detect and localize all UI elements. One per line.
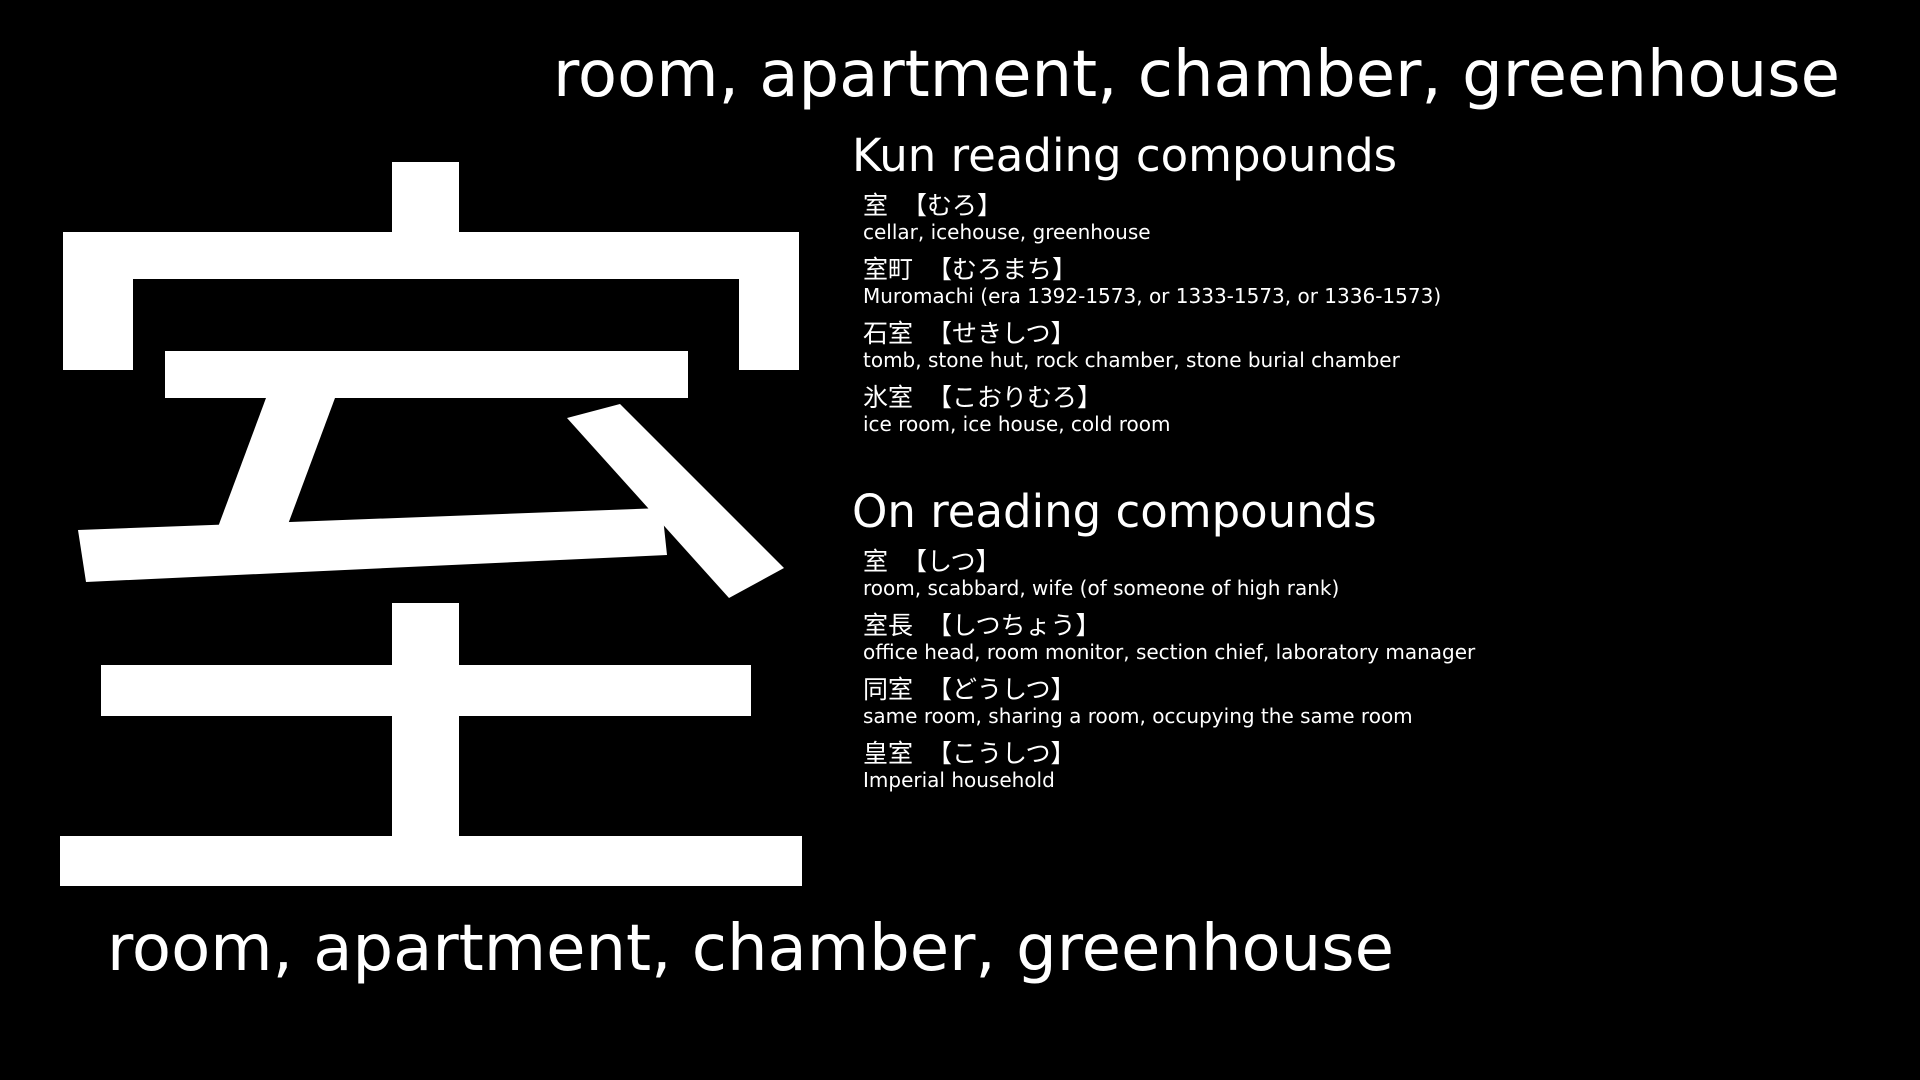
compound-word: 室: [863, 547, 889, 576]
compound-head: 氷室 【こおりむろ】: [863, 384, 1441, 412]
compound-gloss: office head, room monitor, section chief…: [863, 640, 1476, 664]
compound-reading: 【こおりむろ】: [927, 383, 1103, 412]
compound-head: 石室 【せきしつ】: [863, 320, 1441, 348]
compound-gloss: Imperial household: [863, 768, 1055, 792]
kanji-glyph: [0, 0, 850, 930]
compound-reading: 【しつちょう】: [927, 611, 1101, 640]
compound-head: 同室 【どうしつ】: [863, 676, 1475, 704]
compound-word: 室町: [863, 255, 914, 284]
compound-gloss: same room, sharing a room, occupying the…: [863, 704, 1413, 728]
compound-gloss: ice room, ice house, cold room: [863, 412, 1171, 436]
compound-reading: 【むろまち】: [927, 255, 1078, 284]
kun-section-title: Kun reading compounds: [852, 129, 1398, 182]
compound-gloss: Muromachi (era 1392-1573, or 1333-1573, …: [863, 284, 1442, 308]
kanji-shitsu-icon: [60, 162, 802, 886]
compound-word: 皇室: [863, 739, 914, 768]
kun-compound: 石室 【せきしつ】 tomb, stone hut, rock chamber, …: [863, 320, 1441, 373]
compound-reading: 【こうしつ】: [927, 739, 1076, 768]
compound-word: 室: [863, 191, 889, 220]
meaning-heading: room, apartment, chamber, greenhouse: [553, 38, 1840, 112]
on-compound: 同室 【どうしつ】 same room, sharing a room, occu…: [863, 676, 1475, 729]
compound-gloss: tomb, stone hut, rock chamber, stone bur…: [863, 348, 1400, 372]
compound-word: 室長: [863, 611, 914, 640]
on-reading-section: On reading compounds 室【しつ】 room, scabbar…: [852, 486, 1475, 804]
compound-word: 同室: [863, 675, 914, 704]
on-compound: 室【しつ】 room, scabbard, wife (of someone o…: [863, 548, 1475, 601]
kun-reading-section: Kun reading compounds 室【むろ】 cellar, iceh…: [852, 130, 1441, 448]
compound-reading: 【しつ】: [902, 547, 1001, 576]
on-section-title: On reading compounds: [852, 485, 1377, 538]
kun-compound: 室【むろ】 cellar, icehouse, greenhouse: [863, 192, 1441, 245]
compound-gloss: cellar, icehouse, greenhouse: [863, 220, 1151, 244]
compound-reading: 【せきしつ】: [927, 319, 1076, 348]
compound-reading: 【むろ】: [902, 191, 1003, 220]
compound-word: 石室: [863, 319, 914, 348]
compound-head: 室町 【むろまち】: [863, 256, 1441, 284]
compound-reading: 【どうしつ】: [927, 675, 1076, 704]
compound-head: 室【しつ】: [863, 548, 1475, 576]
kun-compound: 氷室 【こおりむろ】 ice room, ice house, cold room: [863, 384, 1441, 437]
compound-word: 氷室: [863, 383, 914, 412]
compound-head: 皇室 【こうしつ】: [863, 740, 1475, 768]
on-compound: 皇室 【こうしつ】 Imperial household: [863, 740, 1475, 793]
compound-gloss: room, scabbard, wife (of someone of high…: [863, 576, 1340, 600]
on-compound: 室長 【しつちょう】 office head, room monitor, sec…: [863, 612, 1476, 665]
compound-head: 室長 【しつちょう】: [863, 612, 1475, 640]
compound-head: 室【むろ】: [863, 192, 1441, 220]
kun-compound: 室町 【むろまち】 Muromachi (era 1392-1573, or 13…: [863, 256, 1442, 309]
meaning-footer: room, apartment, chamber, greenhouse: [107, 912, 1394, 986]
